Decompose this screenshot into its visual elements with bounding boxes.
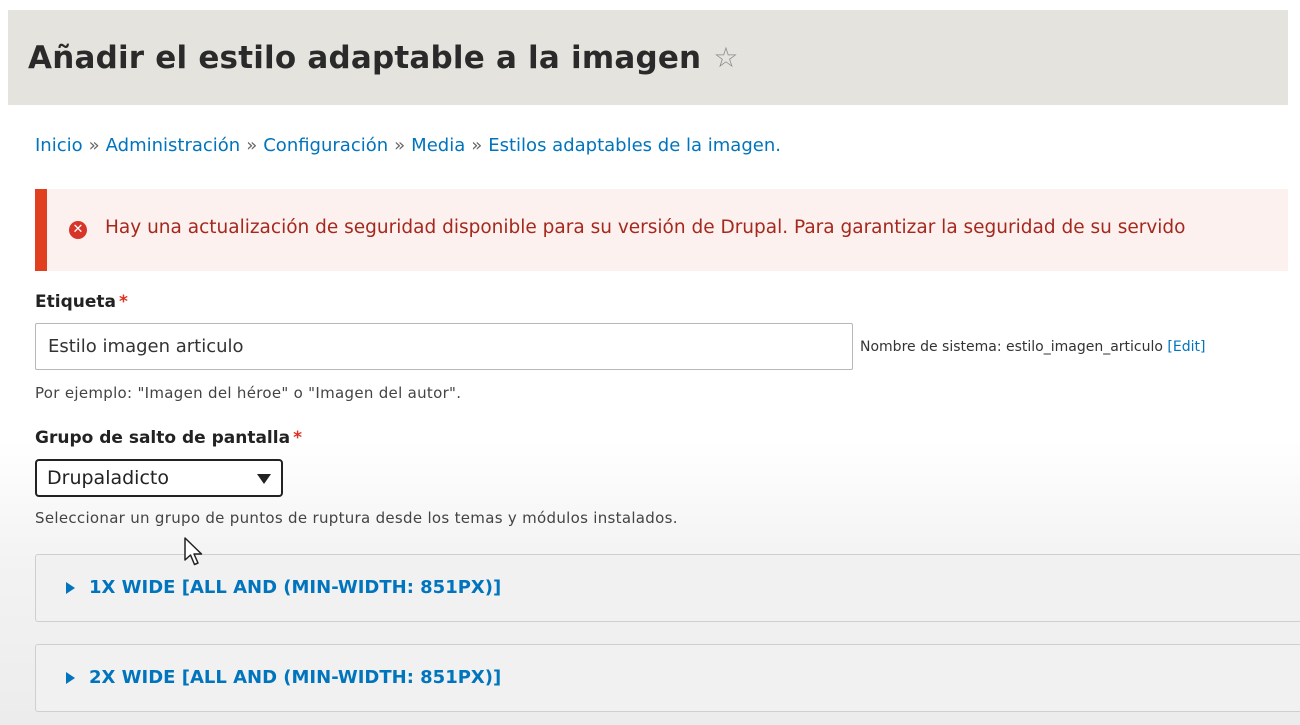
security-alert: ✕ Hay una actualización de seguridad dis… [35,189,1288,271]
details-1x-wide[interactable]: 1X WIDE [ALL AND (MIN-WIDTH: 851PX)] [35,554,1300,622]
star-icon[interactable]: ☆ [713,44,738,72]
breadcrumb-separator: » [394,135,406,156]
triangle-right-icon [66,581,75,594]
required-marker: * [293,428,302,448]
breadcrumb-item-administracion[interactable]: Administración [106,135,241,156]
page-title: Añadir el estilo adaptable a la imagen ☆ [28,40,739,76]
error-circle-icon: ✕ [69,221,87,239]
page-title-text: Añadir el estilo adaptable a la imagen [28,40,702,76]
machine-name-edit-link[interactable]: [Edit] [1167,339,1205,355]
details-2x-wide[interactable]: 2X WIDE [ALL AND (MIN-WIDTH: 851PX)] [35,644,1300,712]
breadcrumb-separator: » [88,135,100,156]
breakpoint-group-select[interactable]: Drupaladicto [35,459,283,497]
label-field-label-text: Etiqueta [35,292,116,312]
machine-name: Nombre de sistema: estilo_imagen_articul… [860,339,1205,355]
breakpoint-group-label-text: Grupo de salto de pantalla [35,428,291,448]
label-description: Por ejemplo: "Imagen del héroe" o "Image… [35,384,462,402]
details-summary[interactable]: 1X WIDE [ALL AND (MIN-WIDTH: 851PX)] [66,577,501,598]
label-input[interactable] [35,323,853,370]
breakpoint-group-description: Seleccionar un grupo de puntos de ruptur… [35,509,678,527]
breakpoint-group-selected-value: Drupaladicto [47,467,169,489]
label-field-label: Etiqueta * [35,292,128,312]
alert-message: Hay una actualización de seguridad dispo… [105,217,1186,238]
breadcrumb-separator: » [246,135,258,156]
breakpoint-group-label: Grupo de salto de pantalla * [35,428,302,448]
mouse-cursor-icon [184,537,203,566]
page: Añadir el estilo adaptable a la imagen ☆… [0,0,1300,725]
details-summary-text: 1X WIDE [ALL AND (MIN-WIDTH: 851PX)] [89,577,502,598]
machine-name-text: Nombre de sistema: estilo_imagen_articul… [860,339,1163,355]
required-marker: * [118,292,128,312]
triangle-right-icon [66,671,75,684]
details-summary-text: 2X WIDE [ALL AND (MIN-WIDTH: 851PX)] [89,667,502,688]
breadcrumb-item-inicio[interactable]: Inicio [35,135,83,156]
breadcrumb-item-estilos-adaptables[interactable]: Estilos adaptables de la imagen. [488,135,781,156]
breadcrumb-item-media[interactable]: Media [411,135,465,156]
breadcrumb: Inicio» Administración» Configuración» Medi… [35,135,781,156]
breadcrumb-separator: » [471,135,483,156]
chevron-down-icon [257,474,271,484]
details-summary[interactable]: 2X WIDE [ALL AND (MIN-WIDTH: 851PX)] [66,667,501,688]
breadcrumb-item-configuracion[interactable]: Configuración [263,135,388,156]
